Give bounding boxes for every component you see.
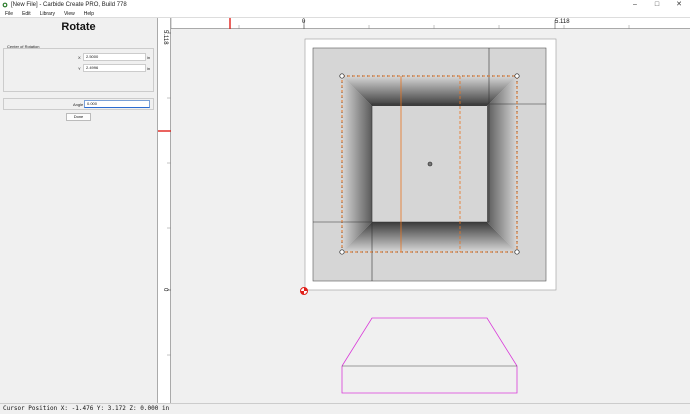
panel-title: Rotate [61, 21, 96, 33]
rotation-center [427, 161, 433, 167]
angle-label: Angle [73, 102, 84, 107]
origin-marker [300, 287, 308, 295]
x-label: X [78, 55, 81, 60]
window-title: [New File] - Carbide Create PRO, Build 7… [11, 2, 127, 8]
menu-view[interactable]: View [64, 11, 75, 17]
menu-library[interactable]: Library [40, 11, 55, 17]
top-ruler-max: 5.118 [555, 19, 570, 25]
status-bar: Cursor Position X: -1.476 Y: 3.172 Z: 0.… [0, 403, 690, 414]
y-input[interactable]: 2.4996 [83, 64, 146, 72]
done-button[interactable]: Done [66, 113, 91, 121]
resize-handle [514, 249, 520, 255]
menu-help[interactable]: Help [84, 11, 94, 17]
angle-input[interactable]: 0.000 [84, 100, 150, 108]
rotate-panel: Rotate Center of Rotation X 2.5000 in Y … [0, 18, 158, 403]
menu-file[interactable]: File [5, 11, 13, 17]
x-unit: in [147, 55, 151, 60]
left-ruler-zero: 0 [162, 288, 168, 292]
menu-bar: File Edit Library View Help [0, 10, 690, 18]
left-ruler-ticks [158, 32, 171, 356]
minimize-button[interactable]: – [624, 0, 646, 10]
resize-handle [339, 73, 345, 79]
top-ruler-zero: 0 [302, 19, 306, 25]
maximize-button[interactable]: □ [646, 0, 668, 10]
resize-handle [514, 73, 520, 79]
canvas-drawing [300, 38, 557, 394]
left-ruler-max: 5.118 [162, 30, 168, 45]
y-label: Y [78, 66, 81, 71]
design-canvas[interactable] [171, 29, 690, 403]
profile-preview [341, 317, 518, 394]
resize-handle [339, 249, 345, 255]
menu-edit[interactable]: Edit [22, 11, 31, 17]
top-ruler: 0 5.118 [158, 18, 690, 29]
top-ruler-ticks [170, 18, 630, 29]
x-input[interactable]: 2.5000 [83, 53, 146, 61]
y-unit: in [147, 66, 151, 71]
title-bar: [New File] - Carbide Create PRO, Build 7… [0, 0, 690, 10]
left-ruler: 5.118 0 [158, 18, 171, 403]
app-icon [2, 2, 8, 8]
close-button[interactable]: ✕ [668, 0, 690, 10]
